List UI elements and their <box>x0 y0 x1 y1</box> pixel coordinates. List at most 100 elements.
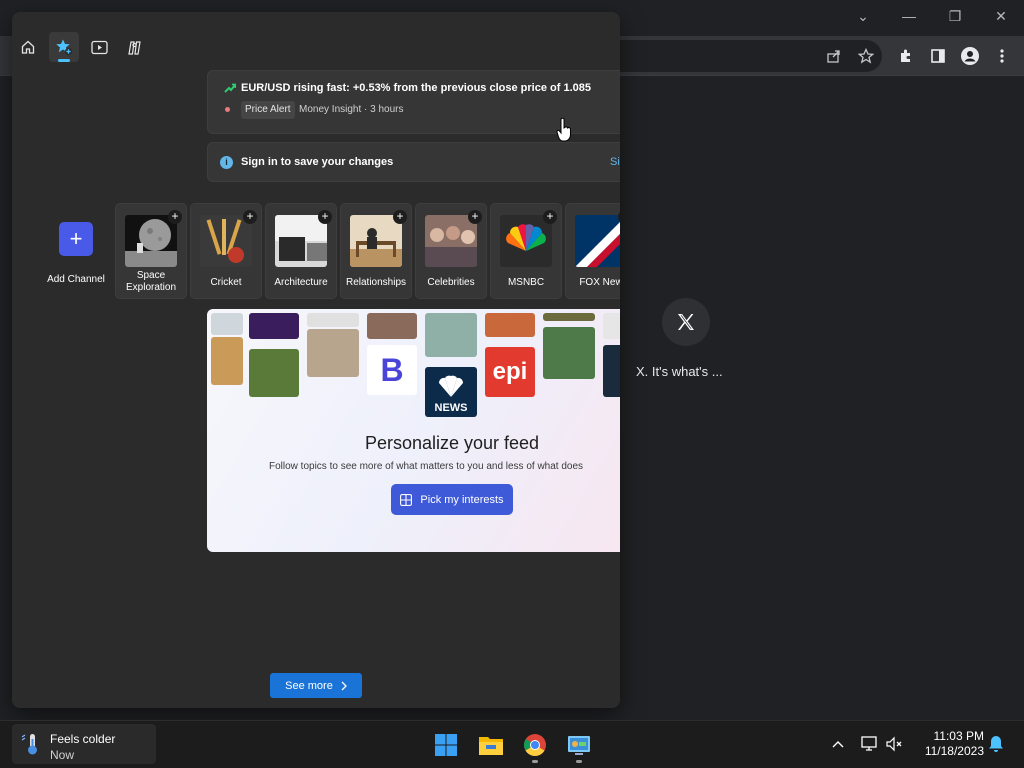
nav-active-indicator <box>58 59 70 62</box>
close-button[interactable]: ✕ <box>978 2 1024 30</box>
info-icon: i <box>220 156 233 169</box>
channel-label: FOX New <box>579 277 620 288</box>
channel-thumbnail <box>275 215 327 267</box>
file-explorer-icon <box>479 737 503 755</box>
channel-thumbnail <box>125 215 177 267</box>
add-channel[interactable]: + Add Channel <box>42 222 110 285</box>
file-explorer-button[interactable] <box>473 727 509 763</box>
profile-icon[interactable] <box>958 44 982 68</box>
menu-icon[interactable] <box>990 44 1014 68</box>
running-indicator <box>532 760 538 763</box>
follow-plus-icon[interactable]: + <box>318 210 332 224</box>
topic-tile <box>603 345 620 397</box>
chrome-taskbar-button[interactable] <box>517 727 553 763</box>
minimize-button[interactable]: — <box>886 2 932 30</box>
channel-architecture[interactable]: + Architecture <box>265 203 337 299</box>
alert-dot <box>225 107 230 112</box>
channel-msnbc[interactable]: + MSNBC <box>490 203 562 299</box>
personalize-subtitle: Follow topics to see more of what matter… <box>269 461 584 472</box>
topic-tile <box>249 349 299 397</box>
signin-banner: i Sign in to save your changes Si <box>207 142 620 182</box>
thermometer-icon <box>21 734 37 755</box>
topic-tile <box>543 327 595 379</box>
channel-label: Cricket <box>210 277 242 288</box>
channel-label: Celebrities <box>427 277 475 288</box>
see-more-label: See more <box>285 679 333 692</box>
play-icon <box>127 40 141 55</box>
weather-widget[interactable]: Feels colder Now <box>12 724 156 764</box>
minimize-icon: — <box>902 8 916 24</box>
tab-search-button[interactable]: ⌄ <box>840 2 886 30</box>
extensions-icon[interactable] <box>894 44 918 68</box>
shortcut-tile-x[interactable]: X. It's what's ... <box>636 298 736 379</box>
address-bar[interactable] <box>600 40 882 72</box>
follow-plus-icon[interactable]: + <box>168 210 182 224</box>
tray-overflow-icon[interactable] <box>828 734 848 754</box>
taskbar: Feels colder Now 11:03 PM 11/18/2023 <box>0 720 1024 768</box>
weather-title: Feels colder <box>50 732 116 746</box>
personalize-feed-card: B NEWS epi Personalize your feed Follow … <box>207 309 620 552</box>
control-panel-icon <box>568 736 590 755</box>
star-icon[interactable] <box>854 44 878 68</box>
follow-plus-icon[interactable]: + <box>468 210 482 224</box>
home-icon <box>21 40 35 54</box>
alert-source: Money Insight · 3 hours <box>299 104 404 115</box>
channel-label: Space Exploration <box>125 270 177 293</box>
side-panel-icon[interactable] <box>926 44 950 68</box>
topic-tile <box>425 313 477 357</box>
channel-thumbnail <box>425 215 477 267</box>
channel-relationships[interactable]: + Relationships <box>340 203 412 299</box>
chrome-icon <box>524 734 546 756</box>
channel-label: Relationships <box>345 277 407 288</box>
topic-tile <box>543 313 595 321</box>
see-more-button[interactable]: See more <box>270 673 362 698</box>
running-indicator <box>576 760 582 763</box>
svg-text:NEWS: NEWS <box>435 402 468 414</box>
follow-plus-icon[interactable]: + <box>393 210 407 224</box>
chevron-down-icon: ⌄ <box>857 7 869 24</box>
topic-tile <box>367 313 417 339</box>
topic-tile <box>603 313 620 339</box>
topic-tile <box>211 313 243 335</box>
share-icon[interactable] <box>822 44 846 68</box>
channel-label: Architecture <box>274 277 328 288</box>
follow-plus-icon[interactable]: + <box>243 210 257 224</box>
pick-interests-button[interactable]: Pick my interests <box>391 484 513 515</box>
nav-home[interactable] <box>13 32 43 62</box>
channel-space-exploration[interactable]: + Space Exploration <box>115 203 187 299</box>
add-channel-button[interactable]: + <box>59 222 93 256</box>
clock-time: 11:03 PM <box>933 729 984 743</box>
network-icon[interactable] <box>860 734 880 754</box>
channel-celebrities[interactable]: + Celebrities <box>415 203 487 299</box>
topic-tile <box>307 313 359 327</box>
topic-tile <box>485 313 535 337</box>
channel-thumbnail <box>200 215 252 267</box>
alert-title: EUR/USD rising fast: +0.53% from the pre… <box>241 82 591 94</box>
start-button[interactable] <box>428 727 464 763</box>
signin-link[interactable]: Si <box>610 156 620 168</box>
channel-thumbnail <box>500 215 552 267</box>
signin-text: Sign in to save your changes <box>241 156 394 168</box>
personalize-title: Personalize your feed <box>364 433 540 453</box>
channel-label: MSNBC <box>507 277 545 288</box>
restore-button[interactable]: ❐ <box>932 2 978 30</box>
topic-tile <box>211 337 243 385</box>
epicurious-logo: epi <box>485 347 535 397</box>
widgets-panel: EUR/USD rising fast: +0.53% from the pre… <box>12 12 620 708</box>
nav-following[interactable] <box>49 32 79 62</box>
pick-interests-label: Pick my interests <box>420 493 504 506</box>
notification-bell-icon[interactable] <box>986 734 1006 754</box>
control-panel-button[interactable] <box>561 727 597 763</box>
volume-muted-icon[interactable] <box>885 734 905 754</box>
follow-plus-icon[interactable]: + <box>543 210 557 224</box>
watch-icon <box>90 40 108 54</box>
nav-watch[interactable] <box>84 32 114 62</box>
clock[interactable]: 11:03 PM 11/18/2023 <box>920 729 984 759</box>
channel-cricket[interactable]: + Cricket <box>190 203 262 299</box>
weather-subtitle: Now <box>50 748 75 762</box>
close-icon: ✕ <box>995 7 1007 24</box>
following-icon <box>56 39 73 56</box>
nav-play[interactable] <box>119 32 149 62</box>
channel-fox-news[interactable]: + FOX New <box>565 203 620 299</box>
brand-logo-b: B <box>367 345 417 395</box>
